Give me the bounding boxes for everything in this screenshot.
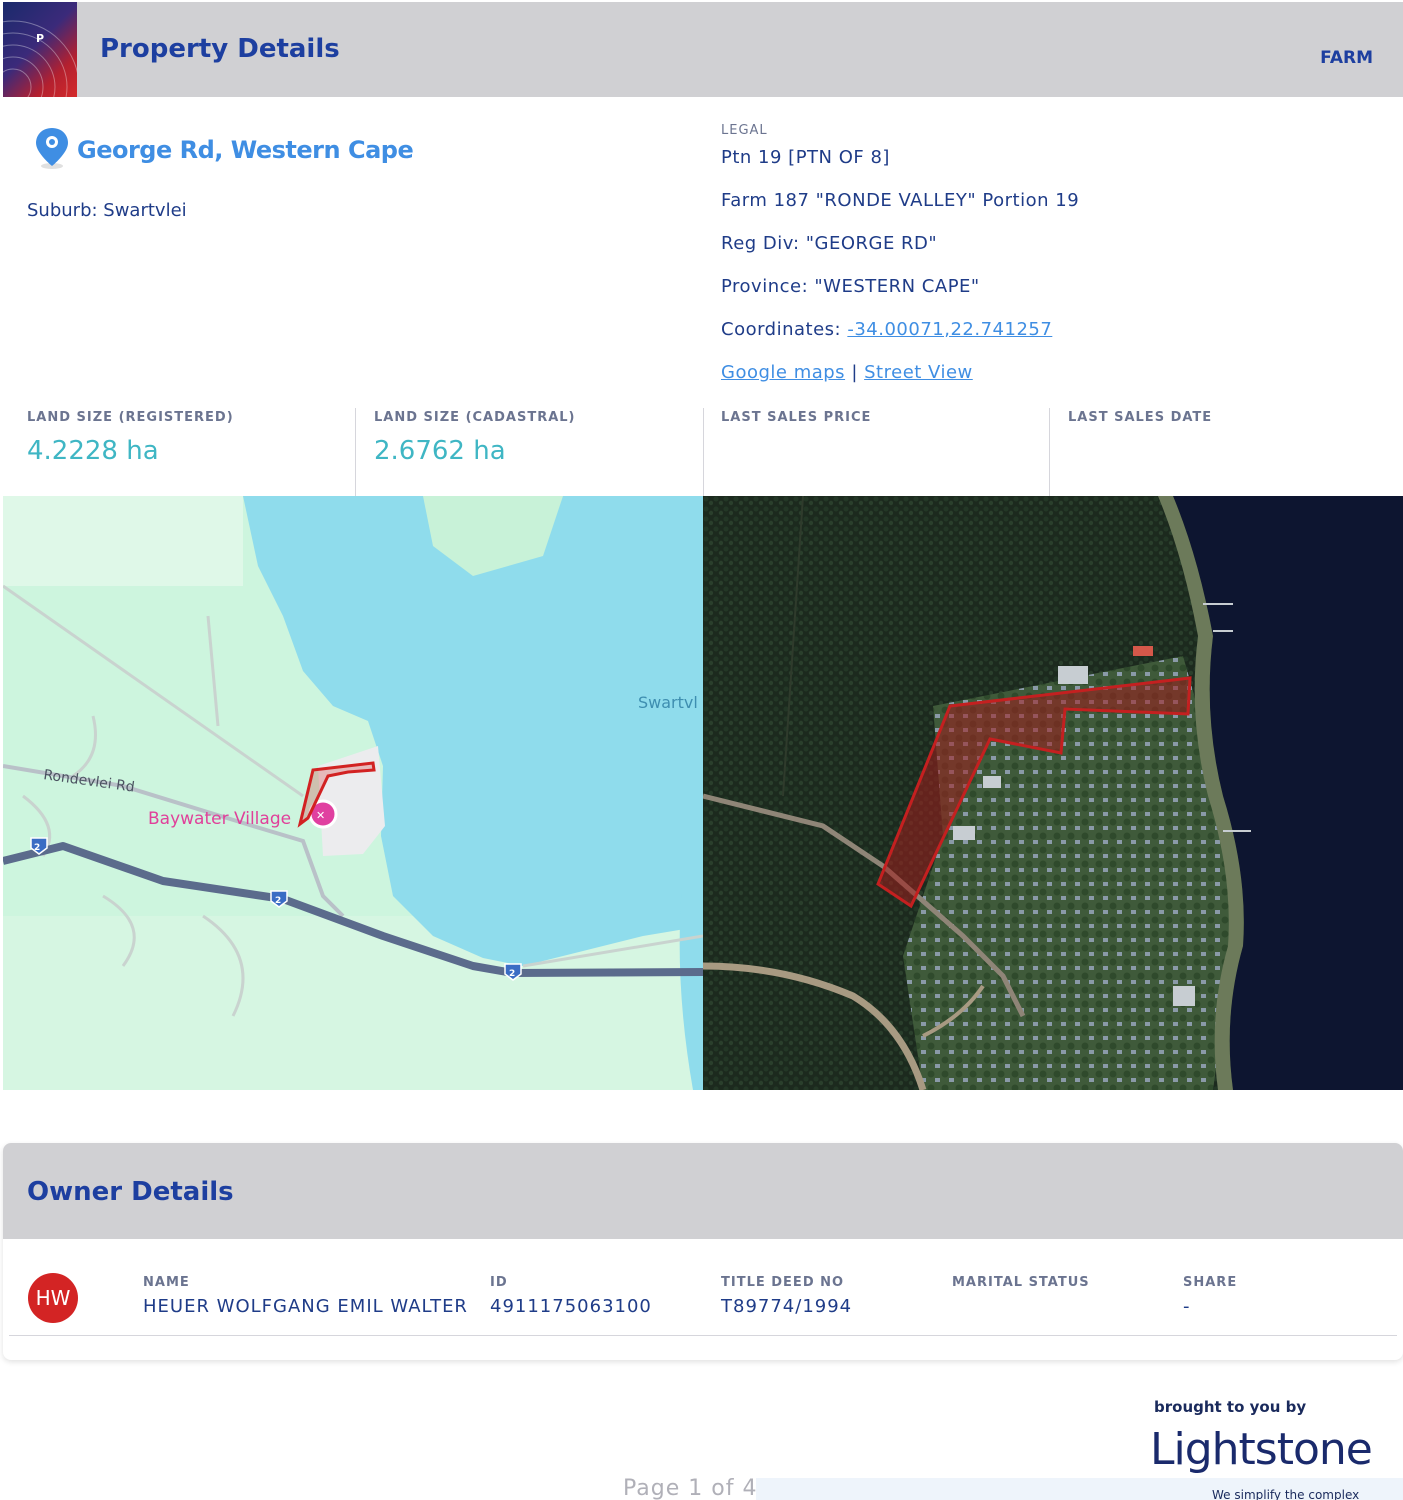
suburb-text: Suburb: Swartvlei: [27, 200, 187, 221]
stat-label: LAND SIZE (REGISTERED): [27, 410, 234, 425]
water-label: Swartvl: [638, 693, 698, 712]
lightstone-logo: Lightstone: [1150, 1424, 1373, 1475]
owner-column-label: ID: [490, 1275, 508, 1290]
logo-letter: P: [36, 32, 45, 45]
owner-column-label: SHARE: [1183, 1275, 1238, 1290]
coordinates-link[interactable]: -34.00071,22.741257: [847, 319, 1052, 340]
route-number: 2: [509, 969, 515, 979]
report-logo: P: [3, 2, 77, 97]
owner-column-label: TITLE DEED NO: [721, 1275, 845, 1290]
lightstone-logo-bars: [1186, 1470, 1364, 1485]
owner-row-divider: [9, 1335, 1397, 1336]
street-map-canvas: 2 2 2 Rondevlei Rd Baywater Village Swar…: [3, 496, 703, 1090]
stat-value: 4.2228 ha: [27, 436, 159, 466]
legal-coordinates: Coordinates: -34.00071,22.741257: [721, 319, 1052, 340]
owner-column-label: MARITAL STATUS: [952, 1275, 1090, 1290]
owner-share-column: SHARE -: [1183, 1275, 1237, 1317]
lightstone-tagline: We simplify the complex: [1212, 1488, 1360, 1500]
street-map[interactable]: 2 2 2 Rondevlei Rd Baywater Village Swar…: [3, 496, 703, 1090]
stat-land-size-cadastral: LAND SIZE (CADASTRAL) 2.6762 ha: [374, 408, 719, 496]
owner-column-value: HEUER WOLFGANG EMIL WALTER: [143, 1296, 468, 1317]
legal-province: Province: "WESTERN CAPE": [721, 276, 980, 297]
stat-value: 2.6762 ha: [374, 436, 506, 466]
owner-name-column: NAME HEUER WOLFGANG EMIL WALTER: [143, 1275, 468, 1317]
stat-label: LAST SALES DATE: [1068, 410, 1213, 425]
stat-last-sales-price: LAST SALES PRICE: [721, 408, 1066, 496]
owner-column-value: T89774/1994: [721, 1296, 853, 1317]
route-number: 2: [275, 896, 281, 906]
stat-divider: [703, 408, 704, 496]
owner-details-card: Owner Details HW NAME HEUER WOLFGANG EMI…: [3, 1143, 1403, 1360]
stat-last-sales-date: LAST SALES DATE: [1068, 408, 1403, 496]
brought-to-you-by: brought to you by: [1154, 1398, 1307, 1416]
poi-label: Baywater Village: [148, 809, 291, 829]
satellite-map[interactable]: [703, 496, 1403, 1090]
owner-column-value: -: [1183, 1296, 1191, 1317]
legal-farm: Farm 187 "RONDE VALLEY" Portion 19: [721, 190, 1080, 211]
stat-label: LAND SIZE (CADASTRAL): [374, 410, 576, 425]
stat-divider: [355, 408, 356, 496]
owner-column-label: NAME: [143, 1275, 190, 1290]
stat-label: LAST SALES PRICE: [721, 410, 872, 425]
property-details-header: P Property Details FARM: [3, 2, 1403, 97]
legal-portion: Ptn 19 [PTN OF 8]: [721, 147, 890, 168]
logo-pattern-icon: [3, 20, 77, 97]
map-links: Google maps | Street View: [721, 362, 973, 383]
google-maps-link[interactable]: Google maps: [721, 362, 845, 383]
owner-marital-status-column: MARITAL STATUS: [952, 1275, 1090, 1296]
map-pin-icon: [36, 128, 68, 169]
legal-label: LEGAL: [721, 123, 768, 138]
svg-text:✕: ✕: [316, 809, 325, 822]
legal-reg-div: Reg Div: "GEORGE RD": [721, 233, 938, 254]
link-separator: |: [851, 362, 858, 383]
page-title: Property Details: [100, 34, 340, 64]
owner-id-column: ID 4911175063100: [490, 1275, 652, 1317]
page-number: Page 1 of 4: [623, 1476, 758, 1500]
owner-details-header: Owner Details: [3, 1143, 1403, 1239]
stat-divider: [1049, 408, 1050, 496]
owner-column-value: 4911175063100: [490, 1296, 652, 1317]
street-view-link[interactable]: Street View: [864, 362, 973, 383]
owner-avatar: HW: [28, 1273, 78, 1323]
owner-title-deed-column: TITLE DEED NO T89774/1994: [721, 1275, 852, 1317]
satellite-map-canvas: [703, 496, 1403, 1090]
property-address: George Rd, Western Cape: [77, 136, 414, 164]
owner-details-title: Owner Details: [27, 1177, 234, 1207]
route-number: 2: [34, 843, 40, 853]
stat-land-size-registered: LAND SIZE (REGISTERED) 4.2228 ha: [27, 408, 372, 496]
coordinates-label: Coordinates:: [721, 319, 842, 340]
property-type-badge: FARM: [1320, 48, 1373, 68]
